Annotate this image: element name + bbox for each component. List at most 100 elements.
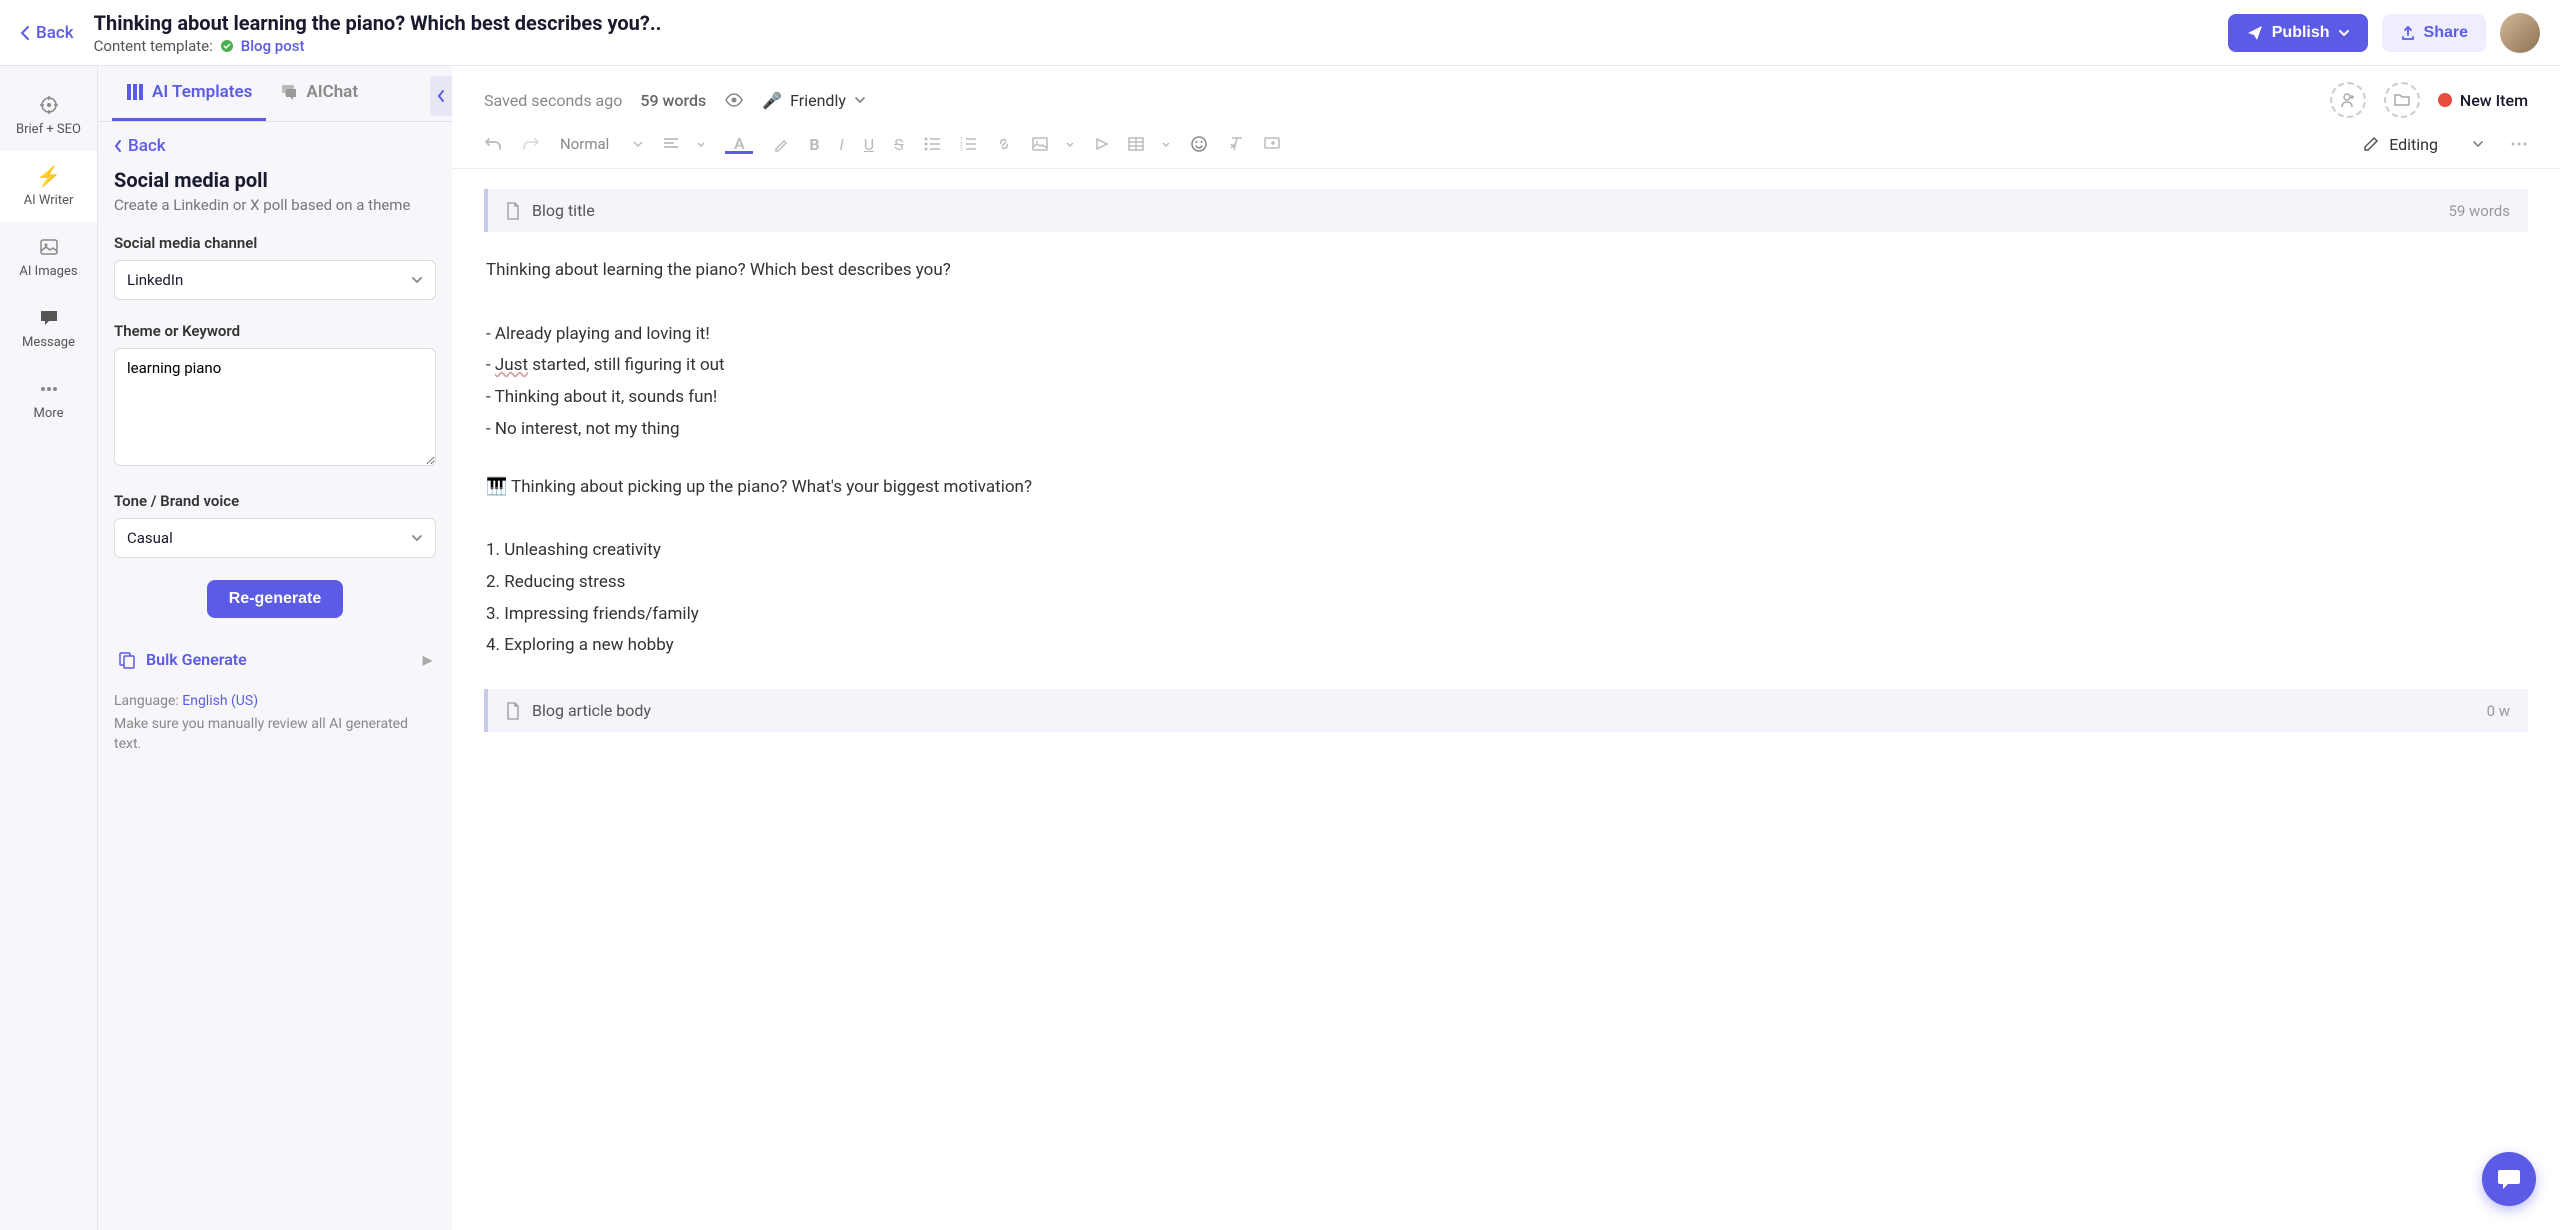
chevron-down-icon <box>411 534 423 542</box>
blog-body-section-header: Blog article body 0 w <box>484 689 2528 732</box>
section-label: Blog article body <box>532 701 651 720</box>
italic-button[interactable]: I <box>840 135 844 154</box>
doc-text-block-2[interactable]: 🎹 Thinking about picking up the piano? W… <box>484 473 2528 662</box>
chat-fab-button[interactable] <box>2482 1152 2536 1206</box>
upload-icon <box>2400 25 2416 41</box>
chat-bubble-icon <box>2496 1167 2522 1191</box>
chevron-down-icon <box>411 276 423 284</box>
nav-label: AI Images <box>19 264 77 279</box>
editor-content[interactable]: Blog title 59 words Thinking about learn… <box>452 169 2560 1230</box>
tone-display: Friendly <box>790 91 846 110</box>
video-button[interactable] <box>1094 137 1108 151</box>
header-actions: Publish Share <box>2228 13 2540 53</box>
publish-button[interactable]: Publish <box>2228 14 2368 52</box>
undo-button[interactable] <box>484 136 502 152</box>
doc-numbered: 2. Reducing stress <box>486 568 2528 598</box>
bullet-list-button[interactable] <box>924 137 940 151</box>
add-folder-button[interactable] <box>2384 82 2420 118</box>
chevron-down-icon <box>2472 140 2484 148</box>
doc-option: - Just started, still figuring it out <box>486 351 2528 381</box>
topbar-right: New Item <box>2330 82 2528 118</box>
channel-value: LinkedIn <box>127 271 183 289</box>
tone-select[interactable]: Casual <box>114 518 436 558</box>
new-item-indicator[interactable]: New Item <box>2438 91 2528 110</box>
doc-option: - Already playing and loving it! <box>486 320 2528 350</box>
comment-button[interactable] <box>1264 137 1280 151</box>
regenerate-button[interactable]: Re-generate <box>207 580 343 618</box>
doc-text-block-1[interactable]: Thinking about learning the piano? Which… <box>484 256 2528 445</box>
send-icon <box>2246 24 2264 42</box>
back-button[interactable]: Back <box>20 23 74 43</box>
chevron-down-icon <box>1066 142 1074 147</box>
text-style-dropdown[interactable]: Normal <box>560 135 643 153</box>
panel-sub: Create a Linkedin or X poll based on a t… <box>114 196 436 214</box>
add-user-button[interactable] <box>2330 82 2366 118</box>
panel-heading: Social media poll <box>114 168 436 192</box>
strikethrough-button[interactable]: S <box>894 135 904 154</box>
lightning-icon: ⚡ <box>38 165 60 187</box>
chevron-down-icon <box>633 141 643 147</box>
nav-label: Brief + SEO <box>16 122 81 137</box>
collapse-panel-button[interactable] <box>430 76 452 116</box>
target-icon <box>38 94 60 116</box>
panel-tabs: AI Templates AIChat <box>98 66 452 122</box>
panel-back-button[interactable]: Back <box>114 136 436 156</box>
save-status: Saved seconds ago <box>484 91 622 110</box>
chevron-down-icon <box>854 96 866 104</box>
template-icon <box>219 38 235 54</box>
nav-ai-writer[interactable]: ⚡ AI Writer <box>0 151 97 222</box>
nav-message[interactable]: Message <box>0 293 97 364</box>
share-button[interactable]: Share <box>2382 14 2486 52</box>
bold-button[interactable]: B <box>809 135 819 154</box>
doc-numbered: 3. Impressing friends/family <box>486 600 2528 630</box>
bulk-generate-button[interactable]: Bulk Generate ▶ <box>114 642 436 677</box>
section-word-count: 59 words <box>2448 202 2510 220</box>
doc-numbered: 1. Unleashing creativity <box>486 536 2528 566</box>
theme-textarea[interactable] <box>114 348 436 466</box>
clear-format-button[interactable] <box>1228 136 1244 152</box>
template-prefix: Content template: <box>94 37 213 55</box>
review-note: Make sure you manually review all AI gen… <box>114 715 436 754</box>
nav-ai-images[interactable]: AI Images <box>0 222 97 293</box>
tab-ai-templates[interactable]: AI Templates <box>112 66 266 121</box>
nav-more[interactable]: More <box>0 364 97 435</box>
publish-label: Publish <box>2272 24 2330 42</box>
chat-icon <box>280 83 298 101</box>
top-header: Back Thinking about learning the piano? … <box>0 0 2560 66</box>
redo-button[interactable] <box>522 136 540 152</box>
underline-button[interactable]: U <box>864 135 874 154</box>
emoji-button[interactable] <box>1190 135 1208 153</box>
table-dropdown[interactable] <box>1128 137 1170 151</box>
channel-select[interactable]: LinkedIn <box>114 260 436 300</box>
folder-icon <box>2393 92 2411 108</box>
highlight-button[interactable] <box>773 136 789 152</box>
text-color-button[interactable]: A <box>725 134 753 154</box>
user-avatar[interactable] <box>2500 13 2540 53</box>
tab-ai-chat[interactable]: AIChat <box>266 66 372 121</box>
image-icon <box>38 236 60 258</box>
mic-icon: 🎤 <box>762 91 782 110</box>
link-button[interactable] <box>996 136 1012 152</box>
header-title-area: Thinking about learning the piano? Which… <box>94 11 2228 55</box>
nav-label: Message <box>22 335 75 350</box>
chevron-left-icon <box>20 25 30 41</box>
template-link[interactable]: Blog post <box>241 37 305 55</box>
editing-mode-dropdown[interactable]: Editing <box>2363 135 2528 154</box>
doc-option: - Thinking about it, sounds fun! <box>486 383 2528 413</box>
pencil-icon <box>2363 136 2379 152</box>
language-link[interactable]: English (US) <box>182 693 258 709</box>
tone-dropdown[interactable]: 🎤 Friendly <box>762 91 866 110</box>
language-line: Language: English (US) <box>114 693 436 709</box>
numbered-list-button[interactable]: 123 <box>960 137 976 151</box>
nav-brief-seo[interactable]: Brief + SEO <box>0 80 97 151</box>
panel-back-label: Back <box>128 136 166 156</box>
editor-topbar: Saved seconds ago 59 words 🎤 Friendly <box>452 66 2560 126</box>
main-layout: Brief + SEO ⚡ AI Writer AI Images Messag… <box>0 66 2560 1230</box>
image-dropdown[interactable] <box>1032 137 1074 151</box>
sidebar-panel: AI Templates AIChat Back Social media po… <box>98 66 452 1230</box>
align-dropdown[interactable] <box>663 137 705 151</box>
editor-area: Saved seconds ago 59 words 🎤 Friendly <box>452 66 2560 1230</box>
tone-label: Tone / Brand voice <box>114 492 436 510</box>
eye-icon[interactable] <box>724 93 744 107</box>
more-icon[interactable] <box>2510 142 2528 146</box>
